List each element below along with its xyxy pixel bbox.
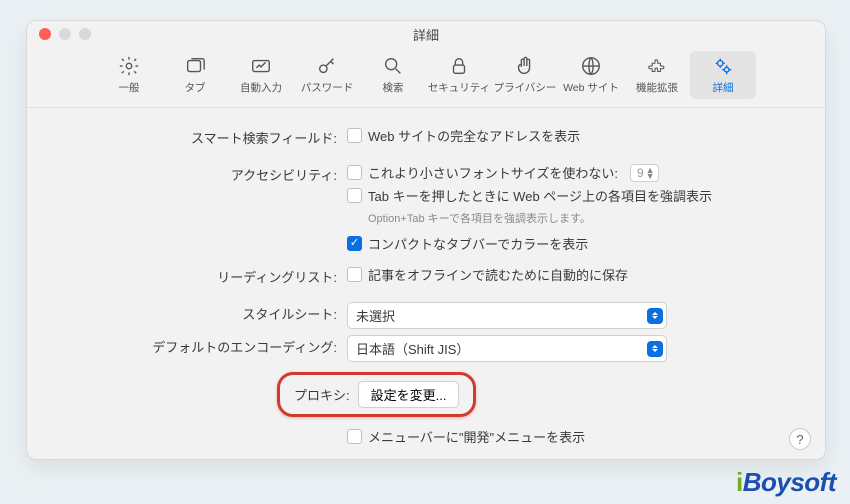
help-button[interactable]: ?: [789, 428, 811, 450]
develop-menu-label: メニューバーに"開発"メニューを表示: [368, 427, 585, 446]
encoding-select[interactable]: 日本語（Shift JIS）: [347, 335, 667, 362]
tab-highlight-checkbox[interactable]: [347, 188, 362, 203]
puzzle-icon: [646, 55, 668, 77]
preferences-window: 詳細 一般 タブ 自動入力 パスワード 検索 セキュリティ プライバシー: [26, 20, 826, 460]
pencil-box-icon: [250, 55, 272, 77]
min-font-checkbox[interactable]: [347, 165, 362, 180]
smart-search-label: スマート検索フィールド:: [57, 126, 347, 147]
tab-security[interactable]: セキュリティ: [426, 51, 492, 99]
min-font-label: これより小さいフォントサイズを使わない:: [368, 163, 618, 182]
proxy-highlight: プロキシ: 設定を変更...: [277, 372, 476, 417]
develop-menu-checkbox[interactable]: [347, 429, 362, 444]
offline-save-label: 記事をオフラインで読むために自動的に保存: [368, 265, 628, 284]
hand-icon: [514, 55, 536, 77]
stylesheet-select[interactable]: 未選択: [347, 302, 667, 329]
tab-extensions[interactable]: 機能拡張: [624, 51, 690, 99]
min-font-size-select[interactable]: 9 ▲▼: [630, 164, 659, 182]
compact-color-label: コンパクトなタブバーでカラーを表示: [368, 234, 588, 253]
window-title: 詳細: [27, 25, 825, 44]
reading-list-label: リーディングリスト:: [57, 265, 347, 286]
tab-search[interactable]: 検索: [360, 51, 426, 99]
show-full-address-label: Web サイトの完全なアドレスを表示: [368, 126, 580, 145]
tab-highlight-hint: Option+Tab キーで各項目を強調表示します。: [347, 210, 795, 226]
offline-save-checkbox[interactable]: [347, 267, 362, 282]
select-arrows-icon: [647, 308, 663, 324]
watermark-logo: iBoysoft: [736, 467, 836, 498]
stylesheet-label: スタイルシート:: [57, 302, 347, 323]
tab-websites[interactable]: Web サイト: [558, 51, 624, 99]
show-full-address-checkbox[interactable]: [347, 128, 362, 143]
stepper-arrows-icon: ▲▼: [646, 167, 655, 179]
tab-highlight-label: Tab キーを押したときに Web ページ上の各項目を強調表示: [368, 186, 712, 205]
gears-icon: [712, 55, 734, 77]
tab-privacy[interactable]: プライバシー: [492, 51, 558, 99]
key-icon: [316, 55, 338, 77]
encoding-label: デフォルトのエンコーディング:: [57, 335, 347, 356]
proxy-label: プロキシ:: [294, 385, 350, 404]
tab-advanced[interactable]: 詳細: [690, 51, 756, 99]
compact-color-checkbox[interactable]: [347, 236, 362, 251]
tab-autofill[interactable]: 自動入力: [228, 51, 294, 99]
tab-tabs[interactable]: タブ: [162, 51, 228, 99]
lock-icon: [448, 55, 470, 77]
prefs-toolbar: 一般 タブ 自動入力 パスワード 検索 セキュリティ プライバシー Web サ: [27, 47, 825, 108]
tab-passwords[interactable]: パスワード: [294, 51, 360, 99]
gear-icon: [118, 55, 140, 77]
globe-icon: [580, 55, 602, 77]
search-icon: [382, 55, 404, 77]
tabs-icon: [184, 55, 206, 77]
proxy-settings-button[interactable]: 設定を変更...: [358, 381, 460, 408]
content-area: スマート検索フィールド: Web サイトの完全なアドレスを表示 アクセシビリティ…: [27, 108, 825, 460]
tab-general[interactable]: 一般: [96, 51, 162, 99]
select-arrows-icon: [647, 341, 663, 357]
accessibility-label: アクセシビリティ:: [57, 163, 347, 184]
titlebar: 詳細: [27, 21, 825, 47]
